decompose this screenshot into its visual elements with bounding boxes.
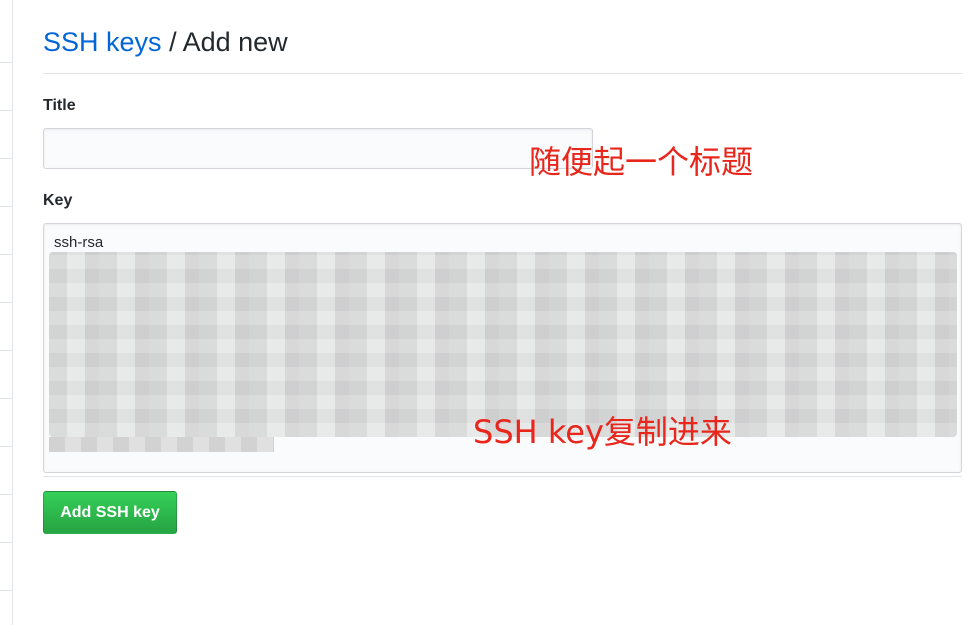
- breadcrumb-separator: /: [169, 27, 177, 57]
- key-text-visible: ssh-rsa: [54, 234, 104, 251]
- sidebar-divider: [0, 494, 12, 495]
- key-label: Key: [43, 192, 73, 209]
- page-header: SSH keys / Add new: [43, 22, 962, 74]
- add-ssh-key-button[interactable]: Add SSH key: [43, 491, 177, 534]
- sidebar-divider: [0, 590, 12, 591]
- sidebar-divider: [0, 62, 12, 63]
- sidebar-divider: [0, 446, 12, 447]
- main-content: SSH keys / Add new Title Key ssh-rsa Add…: [43, 0, 963, 625]
- sidebar-divider: [0, 206, 12, 207]
- sidebar-divider: [0, 158, 12, 159]
- breadcrumb-current: Add new: [182, 27, 288, 57]
- sidebar-divider: [0, 398, 12, 399]
- page-title: SSH keys / Add new: [43, 22, 962, 62]
- ssh-keys-link[interactable]: SSH keys: [43, 27, 162, 57]
- title-input[interactable]: [43, 128, 593, 169]
- title-annotation: 随便起一个标题: [529, 143, 754, 181]
- sidebar-divider: [0, 254, 12, 255]
- blurred-key-content-tail: [49, 437, 274, 452]
- sidebar-divider: [0, 350, 12, 351]
- sidebar-divider: [0, 110, 12, 111]
- form-divider: [43, 476, 962, 477]
- key-annotation: SSH key复制进来: [473, 413, 732, 451]
- sidebar-divider: [0, 542, 12, 543]
- title-label: Title: [43, 97, 76, 114]
- sidebar-divider: [0, 302, 12, 303]
- left-sidebar: [0, 0, 13, 625]
